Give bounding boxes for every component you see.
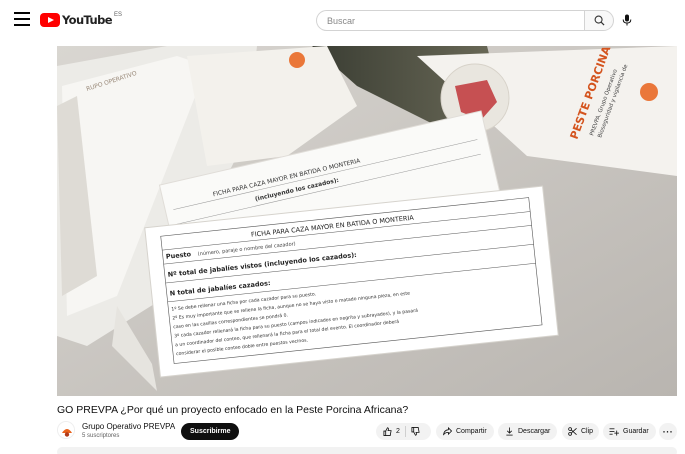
save-label: Guardar — [623, 428, 649, 435]
channel-logo-icon — [58, 422, 74, 438]
clip-button[interactable]: Clip — [562, 423, 599, 440]
subscribe-button[interactable]: Suscribirme — [181, 423, 240, 440]
subscriber-count: 5 suscriptores — [82, 433, 120, 439]
like-count: 2 — [396, 428, 400, 435]
video-frame: RUPO OPERATIVO PESTE PORCINA A PREVPA. G… — [57, 46, 677, 396]
search-button[interactable] — [584, 10, 614, 31]
like-button[interactable]: 2 — [376, 423, 400, 440]
scissors-icon — [568, 427, 577, 436]
download-icon — [506, 427, 513, 436]
download-label: Descargar — [518, 428, 551, 435]
search-icon — [594, 15, 605, 26]
youtube-play-icon — [40, 13, 60, 27]
thumbs-up-icon — [383, 427, 392, 436]
save-button[interactable]: Guardar — [603, 423, 656, 440]
channel-avatar[interactable] — [57, 421, 75, 439]
search-input[interactable]: Buscar — [316, 10, 584, 31]
share-label: Compartir — [456, 428, 487, 435]
logo-text: YouTube — [62, 13, 113, 27]
clip-label: Clip — [581, 428, 594, 435]
share-icon — [443, 427, 452, 436]
menu-icon[interactable] — [14, 12, 30, 26]
microphone-icon — [622, 14, 632, 26]
more-actions-button[interactable]: ··· — [659, 423, 677, 440]
voice-search-button[interactable] — [618, 11, 636, 29]
channel-name[interactable]: Grupo Operativo PREVPA — [82, 422, 175, 431]
dislike-button[interactable] — [411, 423, 420, 440]
video-player[interactable]: RUPO OPERATIVO PESTE PORCINA A PREVPA. G… — [57, 46, 677, 396]
playlist-add-icon — [609, 428, 619, 436]
video-title: GO PREVPA ¿Por qué un proyecto enfocado … — [57, 404, 409, 416]
thumbs-down-icon — [411, 427, 420, 436]
masthead: YouTube ES Buscar — [0, 0, 685, 40]
like-divider — [404, 426, 406, 437]
download-button[interactable]: Descargar — [498, 423, 557, 440]
region-code: ES — [113, 12, 122, 18]
youtube-logo[interactable]: YouTube ES — [40, 12, 122, 28]
share-button[interactable]: Compartir — [436, 423, 494, 440]
description-box[interactable] — [57, 447, 677, 454]
like-dislike-group: 2 — [376, 423, 431, 440]
